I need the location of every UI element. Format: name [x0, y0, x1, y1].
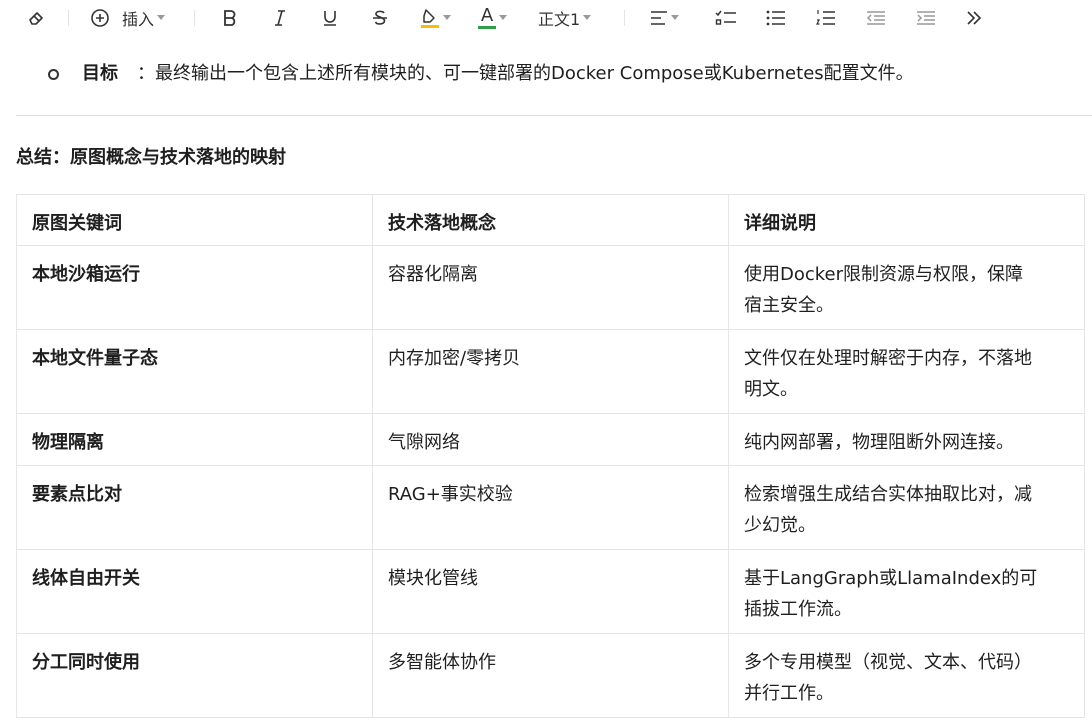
cell-keyword[interactable]: 分工同时使用	[16, 633, 373, 718]
table-row: 物理隔离 气隙网络 纯内网部署，物理阻断外网连接。	[16, 413, 1085, 466]
underline-icon	[322, 9, 338, 27]
chevron-down-icon	[157, 15, 166, 21]
chevron-down-icon	[499, 15, 507, 21]
text-color-letter: A	[480, 5, 494, 26]
cell-detail[interactable]: 基于LangGraph或LlamaIndex的可 插拔工作流。	[728, 549, 1085, 634]
detail-line: 插拔工作流。	[744, 599, 852, 620]
toolbar-divider	[68, 10, 69, 26]
insert-button[interactable]: 插入	[90, 6, 174, 30]
bullet-list-button[interactable]	[764, 6, 788, 30]
cell-keyword[interactable]: 要素点比对	[16, 465, 373, 550]
table-row: 要素点比对 RAG+事实校验 检索增强生成结合实体抽取比对，减 少幻觉。	[16, 465, 1085, 550]
circle-bullet-icon	[48, 69, 59, 80]
goal-text: ：最终输出一个包含上述所有模块的、可一键部署的Docker Compose或Ku…	[137, 63, 914, 84]
header-concept[interactable]: 技术落地概念	[372, 194, 729, 246]
horizontal-rule	[16, 115, 1092, 116]
header-keyword[interactable]: 原图关键词	[16, 194, 373, 246]
bold-icon	[222, 9, 238, 27]
outdent-button[interactable]	[864, 6, 888, 30]
editor-toolbar: 插入 A 正文1	[0, 0, 1092, 36]
cell-concept[interactable]: 内存加密/零拷贝	[372, 329, 729, 414]
table-row: 本地沙箱运行 容器化隔离 使用Docker限制资源与权限，保障 宿主安全。	[16, 245, 1085, 330]
checklist-button[interactable]	[714, 6, 738, 30]
highlighter-icon	[420, 7, 440, 29]
cell-detail[interactable]: 纯内网部署，物理阻断外网连接。	[728, 413, 1085, 466]
text-color-swatch	[478, 26, 496, 29]
indent-button[interactable]	[914, 6, 938, 30]
more-icon	[966, 11, 982, 25]
chevron-down-icon	[443, 15, 451, 21]
table-row: 线体自由开关 模块化管线 基于LangGraph或LlamaIndex的可 插拔工…	[16, 549, 1085, 634]
cell-keyword[interactable]: 线体自由开关	[16, 549, 373, 634]
detail-line: 明文。	[744, 379, 798, 400]
indent-icon	[916, 10, 936, 26]
bold-button[interactable]	[218, 6, 242, 30]
cell-detail[interactable]: 检索增强生成结合实体抽取比对，减 少幻觉。	[728, 465, 1085, 550]
detail-line: 文件仅在处理时解密于内存，不落地	[744, 348, 1032, 369]
cell-concept[interactable]: 气隙网络	[372, 413, 729, 466]
more-button[interactable]	[962, 6, 986, 30]
detail-line: 使用Docker限制资源与权限，保障	[744, 264, 1024, 285]
header-detail[interactable]: 详细说明	[728, 194, 1085, 246]
italic-icon	[273, 9, 287, 27]
insert-label: 插入	[122, 10, 155, 29]
highlight-color-button[interactable]	[420, 6, 460, 30]
cell-keyword[interactable]: 本地文件量子态	[16, 329, 373, 414]
chevron-down-icon	[671, 15, 679, 21]
mapping-table: 原图关键词 技术落地概念 详细说明 本地沙箱运行 容器化隔离 使用Docker限…	[16, 194, 1085, 718]
detail-line: 基于LangGraph或LlamaIndex的可	[744, 568, 1038, 589]
cell-concept[interactable]: 多智能体协作	[372, 633, 729, 718]
cell-keyword[interactable]: 物理隔离	[16, 413, 373, 466]
text-color-button[interactable]: A	[478, 6, 518, 30]
table-header-row: 原图关键词 技术落地概念 详细说明	[16, 194, 1085, 246]
numbered-list-icon	[816, 9, 836, 27]
plus-circle-icon	[90, 8, 110, 28]
outdent-icon	[866, 10, 886, 26]
detail-line: 多个专用模型（视觉、文本、代码）	[744, 652, 1032, 673]
table-row: 分工同时使用 多智能体协作 多个专用模型（视觉、文本、代码） 并行工作。	[16, 633, 1085, 718]
table-row: 本地文件量子态 内存加密/零拷贝 文件仅在处理时解密于内存，不落地 明文。	[16, 329, 1085, 414]
detail-line: 纯内网部署，物理阻断外网连接。	[744, 432, 1014, 453]
cell-detail[interactable]: 文件仅在处理时解密于内存，不落地 明文。	[728, 329, 1085, 414]
strikethrough-icon	[372, 9, 388, 27]
cell-detail[interactable]: 多个专用模型（视觉、文本、代码） 并行工作。	[728, 633, 1085, 718]
cell-concept[interactable]: 容器化隔离	[372, 245, 729, 330]
eraser-icon[interactable]	[24, 6, 48, 30]
numbered-list-button[interactable]	[814, 6, 838, 30]
strikethrough-button[interactable]	[368, 6, 392, 30]
align-left-icon	[650, 10, 668, 26]
detail-line: 并行工作。	[744, 683, 834, 704]
detail-line: 少幻觉。	[744, 515, 816, 536]
goal-list-item: 目标 ：最终输出一个包含上述所有模块的、可一键部署的Docker Compose…	[0, 58, 1092, 90]
cell-concept[interactable]: RAG+事实校验	[372, 465, 729, 550]
cell-keyword[interactable]: 本地沙箱运行	[16, 245, 373, 330]
paragraph-style-value: 正文1	[538, 10, 581, 29]
toolbar-divider	[194, 10, 195, 26]
underline-button[interactable]	[318, 6, 342, 30]
chevron-down-icon	[583, 15, 592, 21]
italic-button[interactable]	[268, 6, 292, 30]
section-title: 总结：原图概念与技术落地的映射	[16, 147, 286, 168]
detail-line: 宿主安全。	[744, 295, 834, 316]
toolbar-divider	[624, 10, 625, 26]
cell-detail[interactable]: 使用Docker限制资源与权限，保障 宿主安全。	[728, 245, 1085, 330]
bullet-list-icon	[766, 10, 786, 26]
cell-concept[interactable]: 模块化管线	[372, 549, 729, 634]
detail-line: 检索增强生成结合实体抽取比对，减	[744, 484, 1032, 505]
checklist-icon	[715, 9, 737, 27]
text-color-icon: A	[478, 7, 496, 29]
goal-label: 目标	[82, 63, 118, 84]
paragraph-style-select[interactable]: 正文1	[538, 6, 602, 30]
align-button[interactable]	[650, 6, 690, 30]
